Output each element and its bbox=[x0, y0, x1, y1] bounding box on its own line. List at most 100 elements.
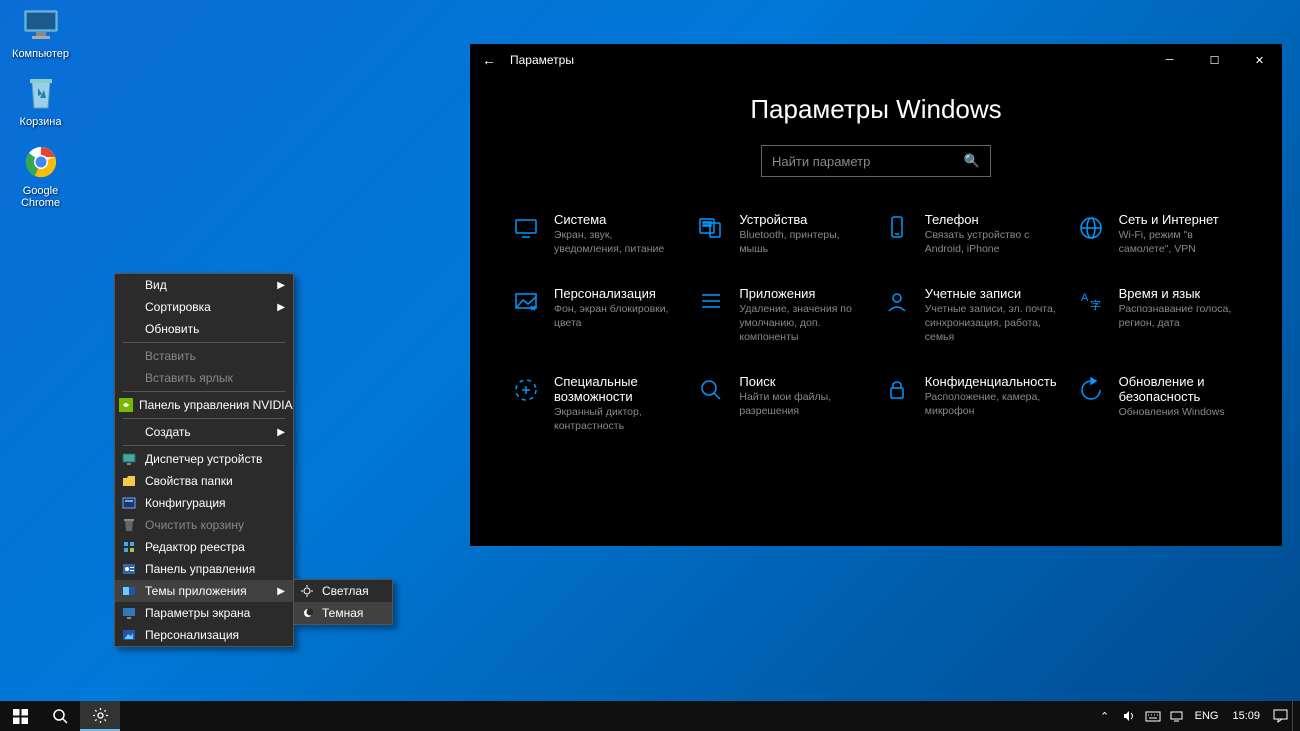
desktop-icon-recycle-bin[interactable]: Корзина bbox=[3, 73, 78, 128]
search-icon: 🔍 bbox=[964, 153, 980, 169]
clock[interactable]: 15:09 bbox=[1224, 710, 1268, 722]
category-title: Время и язык bbox=[1119, 286, 1242, 301]
category-title: Система bbox=[554, 212, 677, 227]
ease-icon bbox=[510, 374, 542, 406]
cm-app-themes[interactable]: Темы приложения▶ Светлая Темная bbox=[115, 580, 293, 602]
recycle-bin-icon bbox=[21, 73, 61, 113]
category-title: Сеть и Интернет bbox=[1119, 212, 1242, 227]
category-system[interactable]: Система Экран, звук, уведомления, питани… bbox=[510, 212, 677, 256]
back-button[interactable]: ← bbox=[482, 52, 496, 68]
category-devices[interactable]: Устройства Bluetooth, принтеры, мышь bbox=[695, 212, 862, 256]
privacy-icon bbox=[881, 374, 913, 406]
category-desc: Распознавание голоса, регион, дата bbox=[1119, 303, 1242, 330]
category-desc: Экранный диктор, контрастность bbox=[554, 406, 677, 433]
category-title: Учетные записи bbox=[925, 286, 1057, 301]
theme-light[interactable]: Светлая bbox=[294, 580, 392, 602]
taskbar-search-button[interactable] bbox=[40, 701, 80, 731]
window-title: Параметры bbox=[510, 53, 1147, 67]
close-button[interactable]: ✕ bbox=[1237, 44, 1282, 76]
maximize-button[interactable]: ☐ bbox=[1192, 44, 1237, 76]
category-personalization[interactable]: Персонализация Фон, экран блокировки, цв… bbox=[510, 286, 677, 344]
action-center-icon[interactable] bbox=[1268, 701, 1292, 731]
category-desc: Фон, экран блокировки, цвета bbox=[554, 303, 677, 330]
personalization-icon bbox=[510, 286, 542, 318]
category-title: Обновление и безопасность bbox=[1119, 374, 1242, 404]
page-title: Параметры Windows bbox=[510, 94, 1242, 125]
network-icon[interactable] bbox=[1165, 701, 1189, 731]
category-apps[interactable]: Приложения Удаление, значения по умолчан… bbox=[695, 286, 862, 344]
category-title: Приложения bbox=[739, 286, 862, 301]
accounts-icon bbox=[881, 286, 913, 318]
cm-view[interactable]: Вид▶ bbox=[115, 274, 293, 296]
cm-folder-props[interactable]: Свойства папки bbox=[115, 470, 293, 492]
desktop-context-menu: Вид▶ Сортировка▶ Обновить Вставить Встав… bbox=[114, 273, 294, 647]
category-update[interactable]: Обновление и безопасность Обновления Win… bbox=[1075, 374, 1242, 433]
category-desc: Связать устройство с Android, iPhone bbox=[925, 229, 1057, 256]
settings-window: ← Параметры ─ ☐ ✕ Параметры Windows 🔍 Си… bbox=[470, 44, 1282, 546]
theme-submenu: Светлая Темная bbox=[293, 579, 393, 625]
cm-empty-bin: Очистить корзину bbox=[115, 514, 293, 536]
cm-paste: Вставить bbox=[115, 345, 293, 367]
category-desc: Wi-Fi, режим "в самолете", VPN bbox=[1119, 229, 1242, 256]
start-button[interactable] bbox=[0, 701, 40, 731]
regedit-icon bbox=[119, 539, 139, 555]
keyboard-icon[interactable] bbox=[1141, 701, 1165, 731]
cm-regedit[interactable]: Редактор реестра bbox=[115, 536, 293, 558]
category-privacy[interactable]: Конфиденциальность Расположение, камера,… bbox=[881, 374, 1057, 433]
desktop-icon-chrome[interactable]: Google Chrome bbox=[3, 142, 78, 209]
category-desc: Расположение, камера, микрофон bbox=[925, 391, 1057, 418]
cm-display-settings[interactable]: Параметры экрана bbox=[115, 602, 293, 624]
category-title: Конфиденциальность bbox=[925, 374, 1057, 389]
cm-personalize[interactable]: Персонализация bbox=[115, 624, 293, 646]
update-icon bbox=[1075, 374, 1107, 406]
time-icon: A字 bbox=[1075, 286, 1107, 318]
category-title: Персонализация bbox=[554, 286, 677, 301]
category-title: Телефон bbox=[925, 212, 1057, 227]
moon-icon bbox=[298, 605, 316, 621]
category-ease[interactable]: Специальные возможности Экранный диктор,… bbox=[510, 374, 677, 433]
cm-msconfig[interactable]: Конфигурация bbox=[115, 492, 293, 514]
system-icon bbox=[510, 212, 542, 244]
category-desc: Bluetooth, принтеры, мышь bbox=[739, 229, 862, 256]
desktop-icon-computer[interactable]: Компьютер bbox=[3, 5, 78, 60]
config-icon bbox=[119, 495, 139, 511]
personalize-icon bbox=[119, 627, 139, 643]
minimize-button[interactable]: ─ bbox=[1147, 44, 1192, 76]
cm-new[interactable]: Создать▶ bbox=[115, 421, 293, 443]
search-box[interactable]: 🔍 bbox=[761, 145, 991, 177]
show-desktop-button[interactable] bbox=[1292, 701, 1300, 731]
cm-sort[interactable]: Сортировка▶ bbox=[115, 296, 293, 318]
cm-refresh[interactable]: Обновить bbox=[115, 318, 293, 340]
folder-icon bbox=[119, 473, 139, 489]
language-indicator[interactable]: ENG bbox=[1189, 710, 1225, 722]
category-searchcat[interactable]: Поиск Найти мои файлы, разрешения bbox=[695, 374, 862, 433]
category-desc: Учетные записи, эл. почта, синхронизация… bbox=[925, 303, 1057, 344]
titlebar[interactable]: ← Параметры ─ ☐ ✕ bbox=[470, 44, 1282, 76]
phone-icon bbox=[881, 212, 913, 244]
category-phone[interactable]: Телефон Связать устройство с Android, iP… bbox=[881, 212, 1057, 256]
computer-icon bbox=[21, 5, 61, 45]
category-title: Устройства bbox=[739, 212, 862, 227]
svg-text:字: 字 bbox=[1090, 298, 1101, 312]
search-input[interactable] bbox=[772, 154, 964, 169]
taskbar-settings-button[interactable] bbox=[80, 701, 120, 731]
taskbar: ⌃ ENG 15:09 bbox=[0, 701, 1300, 731]
svg-text:A: A bbox=[1081, 292, 1089, 304]
category-desc: Найти мои файлы, разрешения bbox=[739, 391, 862, 418]
category-accounts[interactable]: Учетные записи Учетные записи, эл. почта… bbox=[881, 286, 1057, 344]
cm-control-panel[interactable]: Панель управления bbox=[115, 558, 293, 580]
cm-nvidia[interactable]: Панель управления NVIDIA bbox=[115, 394, 293, 416]
category-title: Поиск bbox=[739, 374, 862, 389]
theme-dark[interactable]: Темная bbox=[294, 602, 392, 624]
category-desc: Обновления Windows bbox=[1119, 406, 1242, 420]
trash-icon bbox=[119, 517, 139, 533]
category-time[interactable]: A字 Время и язык Распознавание голоса, ре… bbox=[1075, 286, 1242, 344]
tray-arrow-icon[interactable]: ⌃ bbox=[1093, 701, 1117, 731]
sun-icon bbox=[298, 583, 316, 599]
category-network[interactable]: Сеть и Интернет Wi-Fi, режим "в самолете… bbox=[1075, 212, 1242, 256]
volume-icon[interactable] bbox=[1117, 701, 1141, 731]
devices-icon bbox=[695, 212, 727, 244]
control-panel-icon bbox=[119, 561, 139, 577]
network-icon bbox=[1075, 212, 1107, 244]
cm-device-manager[interactable]: Диспетчер устройств bbox=[115, 448, 293, 470]
